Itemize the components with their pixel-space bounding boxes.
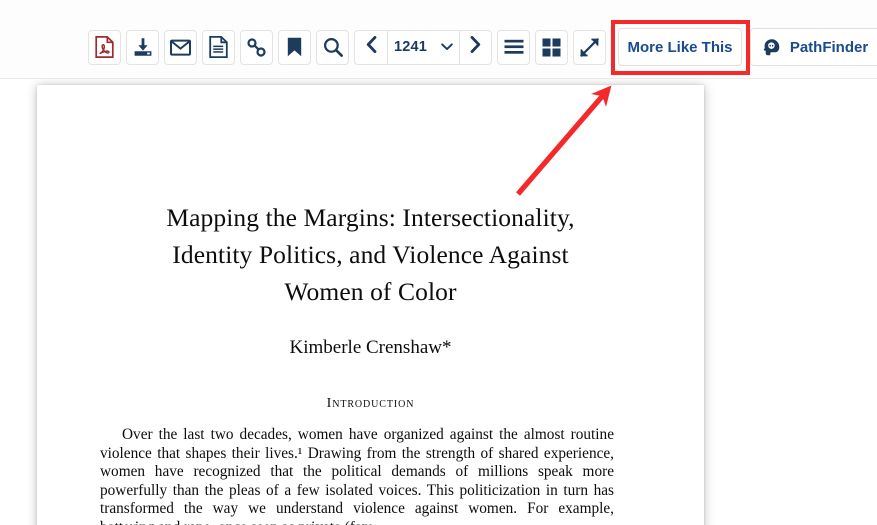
chevron-down-icon — [441, 39, 453, 55]
document-author: Kimberle Crenshaw* — [289, 337, 452, 358]
pdf-viewer-app: 1241 More Like This PathFinder Mapping t… — [0, 0, 877, 525]
page-number-value: 1241 — [394, 39, 428, 55]
download-icon — [133, 37, 153, 57]
document-icon — [209, 36, 228, 58]
search-button[interactable] — [316, 29, 349, 65]
link-icon — [246, 37, 267, 58]
page-number-select[interactable]: 1241 — [387, 29, 459, 65]
list-view-button[interactable] — [497, 29, 530, 65]
document-body-text: Over the last two decades, women have or… — [37, 412, 704, 525]
previous-page-button[interactable] — [354, 29, 387, 65]
chevron-left-icon — [366, 36, 377, 58]
expand-icon — [580, 37, 599, 57]
document-page: Mapping the Margins: Intersectionality, … — [37, 85, 704, 525]
fullscreen-button[interactable] — [573, 29, 606, 65]
list-icon — [504, 39, 524, 55]
document-section-heading: Introduction — [326, 396, 415, 411]
cite-button[interactable] — [202, 29, 235, 65]
email-button[interactable] — [164, 29, 197, 65]
search-icon — [323, 37, 343, 57]
permalink-button[interactable] — [240, 29, 273, 65]
more-like-this-button[interactable]: More Like This — [618, 28, 742, 66]
next-page-button[interactable] — [459, 29, 492, 65]
pathfinder-label: PathFinder — [789, 38, 869, 56]
pdf-icon — [95, 36, 114, 58]
document-viewer-area[interactable]: Mapping the Margins: Intersectionality, … — [0, 79, 877, 525]
toolbar-button-group: 1241 More Like This PathFinder — [88, 28, 877, 66]
more-like-this-label: More Like This — [627, 38, 733, 56]
pathfinder-button[interactable]: PathFinder — [750, 28, 877, 66]
bookmark-button[interactable] — [278, 29, 311, 65]
pdf-button[interactable] — [88, 29, 121, 65]
body-paragraph: Over the last two decades, women have or… — [100, 426, 614, 525]
document-title-line: Identity Politics, and Violence Against — [172, 240, 569, 269]
chevron-right-icon — [470, 36, 481, 58]
bookmark-icon — [287, 37, 302, 57]
page-navigation-group: 1241 — [354, 29, 492, 65]
viewer-toolbar: 1241 More Like This PathFinder — [0, 0, 877, 79]
download-button[interactable] — [126, 29, 159, 65]
document-page-content: Mapping the Margins: Intersectionality, … — [37, 85, 704, 525]
document-title: Mapping the Margins: Intersectionality, … — [37, 85, 704, 310]
grid-view-button[interactable] — [535, 29, 568, 65]
grid-icon — [542, 38, 561, 57]
head-profile-icon — [762, 38, 781, 57]
document-title-line: Women of Color — [284, 277, 457, 306]
email-icon — [170, 39, 191, 56]
document-title-line: Mapping the Margins: Intersectionality, — [166, 203, 575, 232]
